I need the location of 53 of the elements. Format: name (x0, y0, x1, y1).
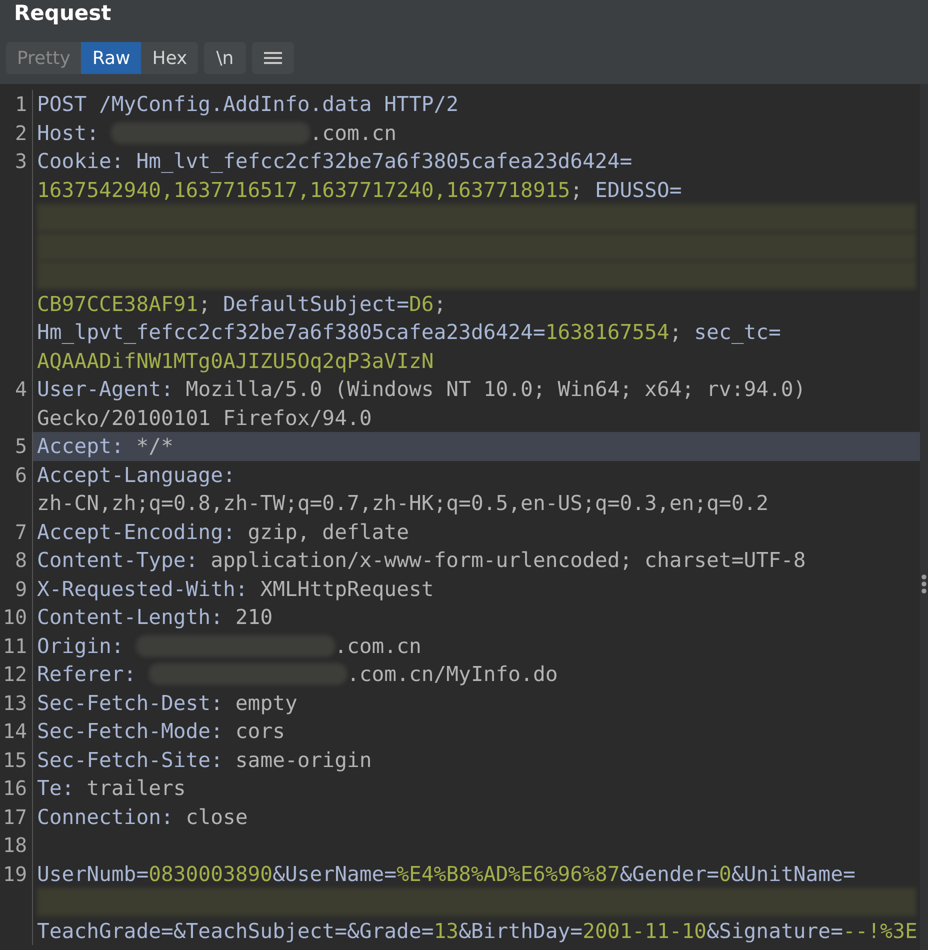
menu-icon (264, 51, 282, 65)
line-number: 5 (14, 434, 27, 458)
line-number: 6 (14, 462, 27, 486)
line-number: 3 (14, 149, 27, 173)
view-tab[interactable]: Raw (81, 42, 142, 74)
code-text: .com.cn (310, 120, 397, 145)
line-number: 13 (2, 690, 27, 714)
code-line: CB97CCE38AF91; DefaultSubject=D6; (37, 290, 446, 318)
line-number: 15 (2, 748, 27, 772)
code-line: Cookie: Hm_lvt_fefcc2cf32be7a6f3805cafea23d6424= (37, 148, 632, 175)
line-number: 14 (2, 719, 27, 743)
code-line: 1637542940,1637716517,1637717240,1637718915; EDUSSO= (37, 176, 682, 204)
code-line: TeachGrade=&TeachSubject=&Grade=13&BirthDay=2001-11-10&Signature=--!%3E (37, 918, 918, 944)
line-number: 8 (14, 548, 27, 572)
code-text: .com.cn (334, 634, 422, 658)
code-line: zh-CN,zh;q=0.8,zh-TW;q=0.7,zh-HK;q=0.5,en-US;q=0.3,en;q=0.2 (37, 490, 769, 517)
panel-title: Request (13, 0, 112, 27)
line-number: 9 (14, 576, 27, 600)
code-line: Te: trailers (37, 775, 186, 802)
code-text: Referer: (37, 662, 138, 686)
code-line: Accept-Encoding: gzip, deflate (37, 518, 409, 546)
code-line: Hm_lpvt_fefcc2cf32be7a6f3805cafea23d6424=1638167554; sec_tc= (37, 319, 781, 346)
code-text: Origin: (37, 634, 125, 658)
code-text: Host: (37, 120, 100, 145)
line-number: 10 (2, 605, 27, 629)
line-number: 18 (2, 833, 27, 857)
code-line: User-Agent: Mozilla/5.0 (Windows NT 10.0; Win64; x64; rv:94.0) (37, 376, 806, 403)
code-line: Content-Length: 210 (37, 604, 273, 631)
code-line: AQAAADifNW1MTg0AJIZU5Oq2qP3aVIzN (37, 348, 434, 374)
code-line: Sec-Fetch-Mode: cors (37, 718, 285, 745)
line-number: 4 (14, 377, 27, 401)
menu-button[interactable] (252, 42, 294, 74)
line-number: 7 (14, 520, 27, 544)
code-line: Connection: close (37, 804, 248, 830)
code-line: Accept: */* (37, 433, 174, 460)
line-number: 17 (2, 804, 27, 828)
line-number: 19 (2, 862, 27, 886)
code-line: Sec-Fetch-Site: same-origin (37, 746, 372, 774)
code-line: Content-Type: application/x-www-form-urlencoded; charset=UTF-8 (37, 547, 806, 574)
code-line: Accept-Language: (37, 462, 236, 488)
line-number: 11 (2, 634, 27, 658)
drag-handle-icon[interactable] (921, 574, 927, 594)
code-line: UserNumb=0830003890&UserName=%E4%B8%AD%E6%96%87&Gender=0&UnitName= (37, 860, 856, 888)
line-number: 1 (14, 92, 27, 116)
line-number: 16 (2, 776, 27, 800)
line-number: 12 (2, 662, 27, 686)
code-line: Sec-Fetch-Dest: empty (37, 690, 298, 716)
code-line: Gecko/20100101 Firefox/94.0 (37, 404, 372, 432)
code-line: POST /MyConfig.AddInfo.data HTTP/2 (37, 91, 459, 118)
code-line: X-Requested-With: XMLHttpRequest (37, 576, 434, 602)
line-number: 2 (14, 120, 27, 144)
code-text: .com.cn/MyInfo.do (346, 662, 558, 686)
newline-toggle[interactable]: \n (204, 42, 246, 74)
